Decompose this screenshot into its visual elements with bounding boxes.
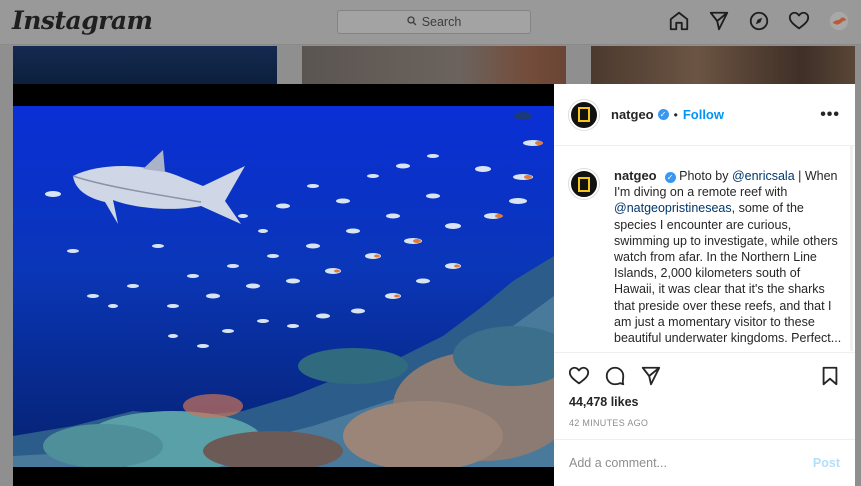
top-nav-bar: Instagram Search <box>0 0 861 45</box>
direct-icon[interactable] <box>707 9 731 33</box>
caption-body: , some of the species I encounter are cu… <box>614 201 842 346</box>
post-header: natgeo ✓ • Follow ••• <box>554 84 855 146</box>
verified-badge-icon: ✓ <box>657 109 669 120</box>
caption-username[interactable]: natgeo <box>614 168 657 183</box>
instagram-logo[interactable]: Instagram <box>12 6 153 35</box>
caption-scrollbar[interactable] <box>850 146 853 351</box>
shark-reef-image <box>13 106 554 467</box>
caption-prefix: Photo by <box>679 169 732 183</box>
mention-link[interactable]: @natgeopristineseas <box>614 201 732 215</box>
like-heart-icon[interactable] <box>567 364 591 388</box>
home-icon[interactable] <box>667 9 691 33</box>
post-actions <box>554 360 855 392</box>
post-comment-button[interactable]: Post <box>813 456 840 470</box>
search-box[interactable]: Search <box>337 10 531 34</box>
caption-area[interactable]: natgeo ✓ Photo by @enricsala | When I'm d… <box>554 146 855 353</box>
caption-avatar[interactable] <box>569 169 599 199</box>
post-username[interactable]: natgeo <box>611 107 654 122</box>
natgeo-avatar[interactable] <box>569 99 599 130</box>
instagram-page: Instagram Search natgeo ✓ • Follow ••• n… <box>0 0 861 486</box>
likes-count[interactable]: 44,478 likes <box>569 395 639 409</box>
save-bookmark-icon[interactable] <box>818 364 842 388</box>
explore-icon[interactable] <box>747 9 771 33</box>
post-timestamp[interactable]: 42 MINUTES AGO <box>569 418 648 428</box>
search-placeholder: Search <box>421 15 462 29</box>
search-icon <box>407 15 417 29</box>
post-photo[interactable] <box>13 84 554 486</box>
comment-input[interactable] <box>569 456 813 470</box>
post-modal: natgeo ✓ • Follow ••• natgeo ✓ Photo by @… <box>13 84 855 486</box>
more-options-icon[interactable]: ••• <box>820 106 840 124</box>
verified-badge-icon: ✓ <box>664 172 676 183</box>
share-direct-icon[interactable] <box>639 364 663 388</box>
comment-bubble-icon[interactable] <box>603 364 627 388</box>
follow-button[interactable]: Follow <box>683 107 724 122</box>
post-caption: natgeo ✓ Photo by @enricsala | When I'm d… <box>614 168 844 346</box>
profile-avatar[interactable] <box>827 9 851 33</box>
post-sidebar: natgeo ✓ • Follow ••• natgeo ✓ Photo by @… <box>554 84 855 486</box>
activity-heart-icon[interactable] <box>787 9 811 33</box>
natgeo-logo-icon <box>578 107 590 122</box>
feed-thumbnail <box>13 46 277 84</box>
feed-thumbnail <box>302 46 566 84</box>
feed-thumbnail <box>591 46 855 84</box>
comment-bar: Post <box>554 439 855 486</box>
mention-link[interactable]: @enricsala <box>732 169 795 183</box>
separator-dot: • <box>673 107 678 122</box>
natgeo-logo-icon <box>578 176 590 192</box>
